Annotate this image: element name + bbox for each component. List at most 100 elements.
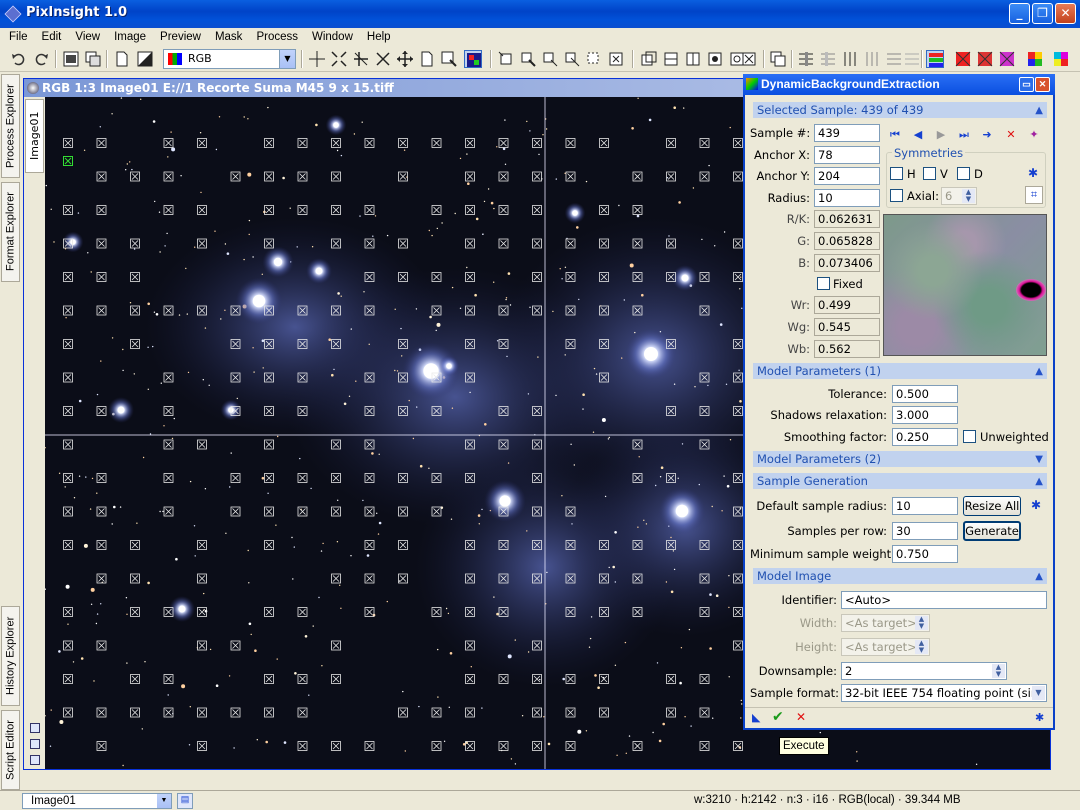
axial-checkbox[interactable] <box>890 189 903 202</box>
symmetry-tool-icon[interactable]: ✱ <box>1026 166 1040 180</box>
collapse-icon[interactable]: ▲ <box>1035 474 1043 490</box>
stf-icon-5[interactable] <box>885 50 903 68</box>
generate-button[interactable]: Generate <box>963 521 1021 541</box>
channel-blue-icon[interactable] <box>998 50 1016 68</box>
sample-format-select[interactable]: 32-bit IEEE 754 floating point (singl ▼ <box>841 684 1047 702</box>
stf-icon-2[interactable] <box>819 50 837 68</box>
view-mode-icon-3[interactable] <box>30 755 40 765</box>
menu-image[interactable]: Image <box>107 31 153 43</box>
samples-per-row-field[interactable]: 30 <box>892 522 958 540</box>
view-selector[interactable]: Image01 ▼ <box>22 793 172 809</box>
last-sample-icon[interactable]: ⏭ <box>957 128 971 142</box>
mask-icon-3[interactable] <box>684 50 702 68</box>
tab-format-explorer[interactable]: Format Explorer <box>1 182 20 282</box>
menu-preview[interactable]: Preview <box>153 31 208 43</box>
sample-tool-icon[interactable]: ✱ <box>1029 498 1043 512</box>
identifier-field[interactable]: <Auto> <box>841 591 1047 609</box>
channel-rgb-icon[interactable] <box>926 50 944 68</box>
first-sample-icon[interactable]: ⏮ <box>888 128 902 142</box>
view-mode-icon-1[interactable] <box>30 723 40 733</box>
dbe-minimize-button[interactable]: ▭ <box>1019 77 1034 92</box>
transform-icon-2[interactable] <box>519 50 537 68</box>
transform-icon-1[interactable] <box>497 50 515 68</box>
stf-icon-3[interactable] <box>841 50 859 68</box>
min-sample-weight-field[interactable]: 0.750 <box>892 545 958 563</box>
width-field[interactable]: <As target> ▲ ▼ <box>841 614 930 632</box>
document-icon[interactable] <box>418 50 436 68</box>
sym-v-checkbox[interactable] <box>923 167 936 180</box>
smoothing-factor-field[interactable]: 0.250 <box>892 428 958 446</box>
model-image-header[interactable]: Model Image ▲ <box>753 568 1047 584</box>
selected-sample-header[interactable]: Selected Sample: 439 of 439 ▲ <box>753 102 1047 118</box>
duplicate-icon[interactable] <box>84 50 102 68</box>
goto-sample-icon[interactable]: ➜ <box>980 128 994 142</box>
radius-field[interactable]: 10 <box>814 189 880 207</box>
prev-sample-icon[interactable]: ◀ <box>911 128 925 142</box>
mask-icon-4[interactable] <box>706 50 724 68</box>
menu-file[interactable]: File <box>2 31 35 43</box>
next-sample-icon[interactable]: ▶ <box>934 128 948 142</box>
collapse-icon[interactable]: ▲ <box>1035 569 1043 585</box>
color-view-icon[interactable] <box>464 50 482 68</box>
mask-icon-6[interactable] <box>740 50 758 68</box>
image-info-icon[interactable] <box>62 50 80 68</box>
tab-image01[interactable]: Image01 <box>25 99 44 173</box>
maximize-button[interactable]: ❐ <box>1032 3 1053 24</box>
axial-spinbox[interactable]: 6 ▲ ▼ <box>941 187 977 205</box>
model-params-2-header[interactable]: Model Parameters (2) ▼ <box>753 451 1047 467</box>
sym-h-checkbox[interactable] <box>890 167 903 180</box>
select-preview-icon[interactable] <box>440 50 458 68</box>
collapse-icon[interactable]: ▲ <box>1035 364 1043 380</box>
invert-icon[interactable] <box>136 50 154 68</box>
zoom-in-icon[interactable] <box>352 50 370 68</box>
axial-tool-icon[interactable]: ⌗ <box>1025 186 1043 204</box>
new-document-icon[interactable] <box>113 50 131 68</box>
channel-green-icon[interactable] <box>976 50 994 68</box>
tolerance-field[interactable]: 0.500 <box>892 385 958 403</box>
channel-extra-icon[interactable] <box>1052 50 1070 68</box>
channel-red-icon[interactable] <box>954 50 972 68</box>
mask-icon-2[interactable] <box>662 50 680 68</box>
sample-number-field[interactable]: 439 <box>814 124 880 142</box>
pan-icon[interactable] <box>396 50 414 68</box>
dbe-close-button[interactable]: ✕ <box>1035 77 1050 92</box>
anchor-y-field[interactable]: 204 <box>814 167 880 185</box>
anchor-x-field[interactable]: 78 <box>814 146 880 164</box>
zoom-out-icon[interactable] <box>374 50 392 68</box>
menu-mask[interactable]: Mask <box>208 31 249 43</box>
close-button[interactable]: ✕ <box>1055 3 1076 24</box>
stf-icon-1[interactable] <box>797 50 815 68</box>
stf-icon-4[interactable] <box>863 50 881 68</box>
tab-process-explorer[interactable]: Process Explorer <box>1 74 20 178</box>
new-instance-icon[interactable]: ◣ <box>752 711 766 725</box>
downsample-spinbox[interactable]: 2 ▲ ▼ <box>841 662 1007 680</box>
crosshair-icon[interactable] <box>308 50 326 68</box>
add-sample-icon[interactable]: ✦ <box>1027 128 1041 142</box>
tab-script-editor[interactable]: Script Editor <box>1 710 20 790</box>
fixed-checkbox[interactable] <box>817 277 830 290</box>
zoom-fit-icon[interactable] <box>330 50 348 68</box>
transform-icon-5[interactable] <box>585 50 603 68</box>
undo-icon[interactable] <box>10 50 28 68</box>
sym-d-checkbox[interactable] <box>957 167 970 180</box>
cancel-icon[interactable]: ✕ <box>796 710 810 724</box>
menu-process[interactable]: Process <box>249 31 305 43</box>
dbe-title-bar[interactable]: DynamicBackgroundExtraction ▭ ✕ <box>743 74 1055 95</box>
clone-view-icon[interactable] <box>769 50 787 68</box>
menu-edit[interactable]: Edit <box>35 31 69 43</box>
tab-history-explorer[interactable]: History Explorer <box>1 606 20 706</box>
sample-generation-header[interactable]: Sample Generation ▲ <box>753 473 1047 489</box>
redo-icon[interactable] <box>32 50 50 68</box>
transform-icon-3[interactable] <box>541 50 559 68</box>
view-list-icon[interactable]: ▤ <box>177 793 193 809</box>
channel-lum-icon[interactable] <box>1026 50 1044 68</box>
default-sample-radius-field[interactable]: 10 <box>892 497 958 515</box>
menu-help[interactable]: Help <box>360 31 398 43</box>
reset-icon[interactable]: ✱ <box>1035 711 1049 725</box>
minimize-button[interactable]: _ <box>1009 3 1030 24</box>
menu-view[interactable]: View <box>68 31 107 43</box>
collapse-icon[interactable]: ▲ <box>1035 103 1043 119</box>
menu-window[interactable]: Window <box>305 31 360 43</box>
transform-icon-6[interactable] <box>607 50 625 68</box>
unweighted-checkbox[interactable] <box>963 430 976 443</box>
